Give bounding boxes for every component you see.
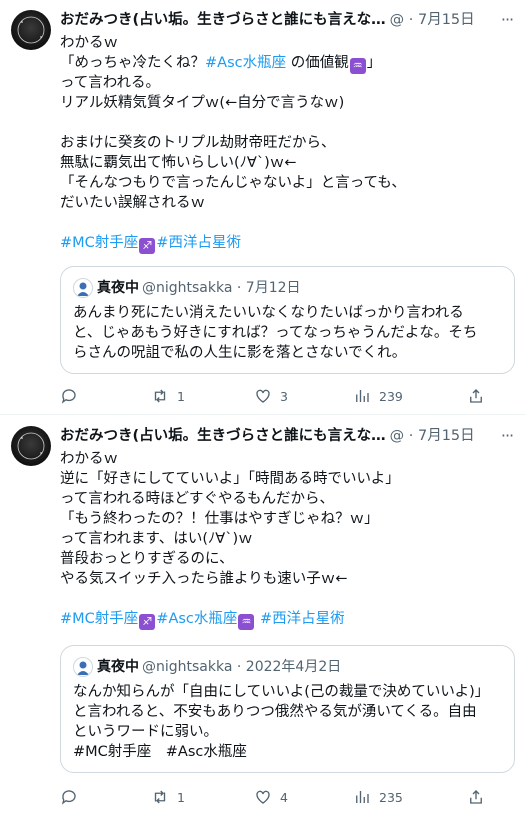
sagittarius-icon: ♐ <box>139 238 156 254</box>
quoted-handle-date: @nightsakka · 7月12日 <box>142 280 301 296</box>
retweet-button[interactable]: 1 <box>151 387 185 407</box>
tweet-text: わかるｗ 「めっちゃ冷たくね？#Asc水瓶座 の価値観 ♒」 って言われる。 リア… <box>60 33 520 254</box>
views-icon <box>356 390 369 402</box>
tweet-text: わかるｗ 逆に「好きにしてていいよ」「時間ある時でいいよ」 って言われる時ほどす… <box>60 449 520 630</box>
action-bar: 1 3 239 <box>60 387 520 407</box>
quoted-handle-date: @nightsakka · 2022年4月2日 <box>142 659 342 675</box>
hashtag-link[interactable]: #西洋占星術 <box>156 235 241 251</box>
aquarius-icon: ♒ <box>349 58 366 74</box>
like-button[interactable]: 3 <box>254 387 288 407</box>
sagittarius-icon: ♐ <box>139 614 156 630</box>
moon-logo-icon <box>17 432 45 460</box>
author-handle-date[interactable]: @ · 7月15日 <box>390 9 475 31</box>
tweet-line <box>60 213 520 233</box>
quoted-tweet-header: 真夜中 @nightsakka · 2022年4月2日 <box>73 657 341 677</box>
person-icon <box>77 661 89 675</box>
quoted-avatar <box>73 278 93 298</box>
quoted-tweet[interactable]: 真夜中 @nightsakka · 7月12日 あんまり死にたい消えたいいなくなり… <box>60 266 515 374</box>
author-name[interactable]: おだみつき(占い垢。生きづらさと誰にも言えな… <box>60 425 386 447</box>
reply-button[interactable] <box>60 387 86 407</box>
quoted-line: あんまり死にたい消えたいいなくなりたいばっかり言われる <box>73 305 464 321</box>
hashtag-link[interactable]: #西洋占星術 <box>255 611 345 627</box>
tweet-line: 逆に「好きにしてていいよ」「時間ある時でいいよ」 <box>60 471 400 487</box>
tweet-line: 「めっちゃ冷たくね？#Asc水瓶座 の価値観 ♒」 <box>60 53 520 74</box>
tweet[interactable]: おだみつき(占い垢。生きづらさと誰にも言えな… @ · 7月15日 ··· わかる… <box>0 416 526 814</box>
tweet-line <box>60 589 520 609</box>
retweet-icon <box>154 389 166 403</box>
line-text: 「めっちゃ冷たくね？ <box>60 55 205 71</box>
tweet-line: わかるｗ <box>60 35 118 51</box>
moon-logo-icon <box>17 16 45 44</box>
quoted-line: #MC射手座 #Asc水瓶座 <box>73 744 247 760</box>
quoted-line: というワードに弱い。 <box>73 724 218 740</box>
author-avatar[interactable] <box>11 10 51 50</box>
tweet-line: 「もう終わったの？！仕事はやすぎじゃね？ｗ」 <box>60 511 379 527</box>
retweet-icon <box>154 790 166 804</box>
tweet-line: だいたい誤解されるｗ <box>60 195 205 211</box>
quoted-tweet[interactable]: 真夜中 @nightsakka · 2022年4月2日 なんか知らんが「自由にして… <box>60 645 515 773</box>
quoted-tweet-header: 真夜中 @nightsakka · 7月12日 <box>73 278 301 298</box>
tweet-header: おだみつき(占い垢。生きづらさと誰にも言えな… @ · 7月15日 <box>60 9 520 31</box>
hashtag-link[interactable]: #Asc水瓶座 <box>205 55 286 71</box>
action-bar: 1 4 235 <box>60 788 520 808</box>
reply-icon <box>61 389 76 404</box>
quoted-text: あんまり死にたい消えたいいなくなりたいばっかり言われる と、じゃあもう好きにすれ… <box>73 303 505 363</box>
author-handle-date[interactable]: @ · 7月15日 <box>390 425 475 447</box>
quoted-avatar <box>73 657 93 677</box>
quoted-author-name: 真夜中 <box>97 280 139 296</box>
quoted-line: と言われると、不安もありつつ俄然やる気が湧いてくる。自由 <box>73 704 477 720</box>
share-button[interactable] <box>467 788 485 808</box>
views-button[interactable]: 239 <box>353 387 403 407</box>
tweet-divider <box>0 414 526 415</box>
hashtag-link[interactable]: #MC射手座 <box>60 611 138 627</box>
tweet-line: 「そんなつもりで言ったんじゃないよ」と言っても、 <box>60 175 406 191</box>
author-name[interactable]: おだみつき(占い垢。生きづらさと誰にも言えな… <box>60 9 386 31</box>
more-options-button[interactable]: ··· <box>496 425 518 447</box>
tweet-line: 無駄に覇気出て怖いらしい(ﾉ∀`)ｗ← <box>60 155 297 171</box>
like-count: 4 <box>280 790 288 805</box>
retweet-count: 1 <box>177 790 185 805</box>
tweet-line: って言われます、はい(ﾉ∀`)ｗ <box>60 531 253 547</box>
aquarius-icon: ♒ <box>238 614 255 630</box>
tweet[interactable]: おだみつき(占い垢。生きづらさと誰にも言えな… @ · 7月15日 ··· わかる… <box>0 0 526 415</box>
views-icon <box>356 791 369 803</box>
retweet-count: 1 <box>177 389 185 404</box>
tweet-line: おまけに癸亥のトリプル劫財帝旺だから、 <box>60 135 336 151</box>
hashtag-line: #MC射手座 ♐ #西洋占星術 <box>60 233 520 254</box>
view-count: 239 <box>379 389 403 404</box>
tweet-line <box>60 113 520 133</box>
view-count: 235 <box>379 790 403 805</box>
quoted-line: と、じゃあもう好きにすれば？ってなっちゃうんだよな。そち <box>73 325 478 341</box>
line-text: の価値観 <box>286 55 349 71</box>
tweet-line: リアル妖精気質タイプｗ(←自分で言うなｗ) <box>60 95 345 111</box>
reply-icon <box>61 790 76 805</box>
quoted-line: らさんの呪詛で私の人生に影を落とさないでくれ。 <box>73 345 407 361</box>
tweet-line: やる気スイッチ入ったら誰よりも速い子ｗ← <box>60 571 348 587</box>
tweet-line: って言われる時ほどすぐやるもんだから、 <box>60 491 335 507</box>
hashtag-link[interactable]: #Asc水瓶座 <box>156 611 237 627</box>
hashtag-line: #MC射手座 ♐ #Asc水瓶座 ♒ #西洋占星術 <box>60 609 520 630</box>
reply-button[interactable] <box>60 788 86 808</box>
retweet-button[interactable]: 1 <box>151 788 185 808</box>
views-button[interactable]: 235 <box>353 788 403 808</box>
heart-icon <box>256 389 270 403</box>
quoted-text: なんか知らんが「自由にしていいよ(己の裁量で決めていいよ)」 と言われると、不安… <box>73 682 505 762</box>
share-icon <box>470 790 482 804</box>
heart-icon <box>256 790 270 804</box>
quoted-line: なんか知らんが「自由にしていいよ(己の裁量で決めていいよ)」 <box>73 684 490 700</box>
hashtag-link[interactable]: #MC射手座 <box>60 235 138 251</box>
more-options-button[interactable]: ··· <box>496 9 518 31</box>
person-icon <box>77 282 89 296</box>
tweet-line: 普段おっとりすぎるのに、 <box>60 551 234 567</box>
line-text: 」 <box>366 55 382 71</box>
quoted-author-name: 真夜中 <box>97 659 139 675</box>
share-icon <box>470 389 482 403</box>
share-button[interactable] <box>467 387 485 407</box>
like-count: 3 <box>280 389 288 404</box>
tweet-header: おだみつき(占い垢。生きづらさと誰にも言えな… @ · 7月15日 <box>60 425 520 447</box>
tweet-line: って言われる。 <box>60 75 161 91</box>
author-avatar[interactable] <box>11 426 51 466</box>
like-button[interactable]: 4 <box>254 788 288 808</box>
tweet-line: わかるｗ <box>60 451 118 467</box>
